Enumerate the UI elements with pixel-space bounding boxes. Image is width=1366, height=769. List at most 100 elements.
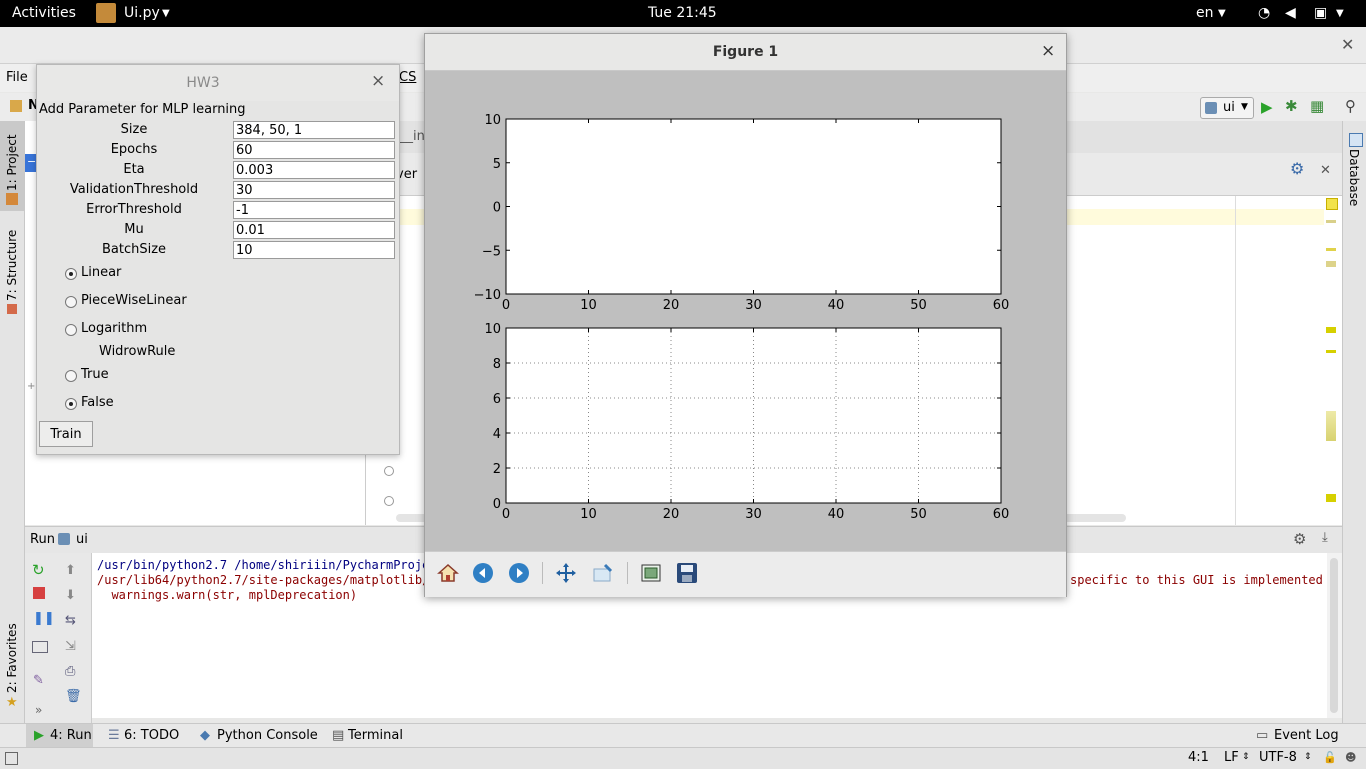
settings-icon[interactable]: ⚙ bbox=[1293, 530, 1306, 548]
back-icon[interactable] bbox=[471, 561, 495, 585]
close-icon[interactable]: ✕ bbox=[1320, 163, 1331, 178]
plot-canvas[interactable]: 0 10 20 30 40 50 60−10−505100 10 20 30 40 50 6002468… bbox=[425, 71, 1066, 551]
stop-icon[interactable] bbox=[33, 587, 45, 599]
right-margin bbox=[1235, 193, 1236, 525]
x-tick-label: 40 bbox=[828, 507, 845, 522]
debug-icon[interactable]: ✱ bbox=[1285, 97, 1298, 115]
layout-icon[interactable] bbox=[32, 641, 48, 653]
radio-false-label[interactable]: False bbox=[81, 395, 114, 410]
search-icon[interactable]: ⚲ bbox=[1345, 97, 1356, 115]
tab-favorites[interactable]: 2: Favorites bbox=[5, 623, 19, 693]
app-menu[interactable]: Ui.py bbox=[124, 5, 160, 21]
x-tick-label: 10 bbox=[580, 298, 597, 313]
forward-icon[interactable] bbox=[507, 561, 531, 585]
epochs-input[interactable] bbox=[233, 141, 395, 159]
size-input[interactable] bbox=[233, 121, 395, 139]
figure-titlebar[interactable]: Figure 1 × bbox=[425, 34, 1066, 71]
radio-true[interactable] bbox=[65, 370, 77, 382]
scrollbar-thumb[interactable] bbox=[1330, 558, 1338, 713]
radio-piecewise-linear-label[interactable]: PieceWiseLinear bbox=[81, 293, 187, 308]
home-icon[interactable] bbox=[436, 561, 460, 585]
trash-icon[interactable]: 🗑 bbox=[65, 689, 82, 704]
batch-size-input[interactable] bbox=[233, 241, 395, 259]
toggle-tool-windows-icon[interactable] bbox=[5, 752, 18, 765]
system-menu-arrow-icon[interactable]: ▼ bbox=[1336, 8, 1344, 19]
rerun-icon[interactable]: ↻ bbox=[32, 561, 45, 579]
lock-icon[interactable]: 🔓 bbox=[1323, 751, 1337, 764]
tab-todo[interactable]: 6: TODO bbox=[124, 728, 179, 743]
tab-project[interactable]: 1: Project bbox=[5, 134, 19, 191]
error-threshold-input[interactable] bbox=[233, 201, 395, 219]
pause-icon[interactable]: ❚❚ bbox=[33, 611, 55, 626]
collapse-icon[interactable]: − bbox=[27, 155, 36, 168]
validation-threshold-input[interactable] bbox=[233, 181, 395, 199]
param-label-error-threshold: ErrorThreshold bbox=[86, 202, 182, 217]
x-tick-label: 50 bbox=[910, 507, 927, 522]
hide-panel-icon[interactable]: ⤓ bbox=[1322, 530, 1328, 545]
x-tick-label: 50 bbox=[910, 298, 927, 313]
y-tick-label: −10 bbox=[474, 288, 501, 303]
power-icon[interactable]: ▣ bbox=[1314, 5, 1327, 21]
scroll-end-icon[interactable]: ⇲ bbox=[65, 639, 76, 654]
tab-terminal[interactable]: Terminal bbox=[348, 728, 403, 743]
wrap-icon[interactable]: ⇆ bbox=[65, 613, 76, 628]
clock[interactable]: Tue 21:45 bbox=[648, 5, 717, 21]
radio-linear[interactable] bbox=[65, 268, 77, 280]
pan-icon[interactable] bbox=[554, 561, 578, 585]
tab-database[interactable]: Database bbox=[1347, 149, 1361, 206]
tab-run[interactable]: 4: Run bbox=[50, 728, 92, 743]
eta-input[interactable] bbox=[233, 161, 395, 179]
tab-event-log[interactable]: Event Log bbox=[1274, 728, 1339, 743]
pin-icon[interactable]: ✎ bbox=[33, 673, 44, 688]
axes-background bbox=[506, 119, 1001, 294]
tab-python-console[interactable]: Python Console bbox=[217, 728, 318, 743]
gear-icon[interactable]: ⚙ bbox=[1290, 159, 1304, 178]
menu-partial[interactable]: CS bbox=[399, 70, 416, 85]
mu-input[interactable] bbox=[233, 221, 395, 239]
radio-false[interactable] bbox=[65, 398, 77, 410]
volume-icon[interactable]: ◀ bbox=[1285, 5, 1296, 21]
error-stripe-mark bbox=[1326, 327, 1336, 333]
toolbar-separator bbox=[542, 562, 543, 584]
app-icon bbox=[96, 3, 116, 23]
app-menu-arrow-icon[interactable]: ▼ bbox=[162, 8, 170, 19]
caret-position[interactable]: 4:1 bbox=[1188, 750, 1209, 765]
fold-icon[interactable] bbox=[384, 496, 394, 506]
arrow-down-icon[interactable]: ⬇ bbox=[65, 588, 76, 603]
line-separator[interactable]: LF bbox=[1224, 750, 1239, 765]
radio-logarithm[interactable] bbox=[65, 324, 77, 336]
expand-icon[interactable]: + bbox=[27, 381, 35, 392]
language-indicator[interactable]: en bbox=[1196, 5, 1214, 21]
radio-logarithm-label[interactable]: Logarithm bbox=[81, 321, 147, 336]
activities-button[interactable]: Activities bbox=[12, 5, 76, 21]
close-icon[interactable]: × bbox=[371, 71, 385, 91]
x-tick-label: 0 bbox=[502, 298, 510, 313]
wifi-icon[interactable]: ◔ bbox=[1258, 5, 1270, 21]
run-config-select[interactable]: ui ▼ bbox=[1200, 97, 1254, 119]
zoom-icon[interactable] bbox=[591, 561, 615, 585]
tab-structure[interactable]: 7: Structure bbox=[5, 230, 19, 301]
radio-linear-label[interactable]: Linear bbox=[81, 265, 121, 280]
dialog-titlebar[interactable]: HW3 × bbox=[37, 65, 399, 101]
radio-piecewise-linear[interactable] bbox=[65, 296, 77, 308]
subplots-icon[interactable] bbox=[639, 561, 663, 585]
train-button[interactable]: Train bbox=[39, 421, 93, 447]
ide-close-icon[interactable]: ✕ bbox=[1341, 35, 1354, 54]
close-icon[interactable]: × bbox=[1041, 41, 1055, 61]
more-icon[interactable]: » bbox=[35, 703, 42, 717]
y-tick-label: 2 bbox=[493, 462, 501, 477]
coverage-icon[interactable]: ▦ bbox=[1310, 97, 1324, 115]
print-icon[interactable]: ⎙ bbox=[65, 664, 75, 679]
fold-icon[interactable] bbox=[384, 466, 394, 476]
file-encoding[interactable]: UTF-8 bbox=[1259, 750, 1297, 765]
inspection-indicator[interactable] bbox=[1326, 198, 1338, 210]
y-tick-label: 4 bbox=[493, 427, 501, 442]
arrow-up-icon[interactable]: ⬆ bbox=[65, 563, 76, 578]
radio-true-label[interactable]: True bbox=[81, 367, 109, 382]
save-icon[interactable] bbox=[675, 561, 699, 585]
run-tab-icon: ▶ bbox=[34, 728, 44, 743]
console-scrollbar[interactable] bbox=[1327, 553, 1342, 718]
run-icon[interactable]: ▶ bbox=[1261, 98, 1273, 116]
menu-file[interactable]: File bbox=[6, 70, 28, 85]
inspector-icon[interactable]: ☻ bbox=[1345, 751, 1356, 764]
